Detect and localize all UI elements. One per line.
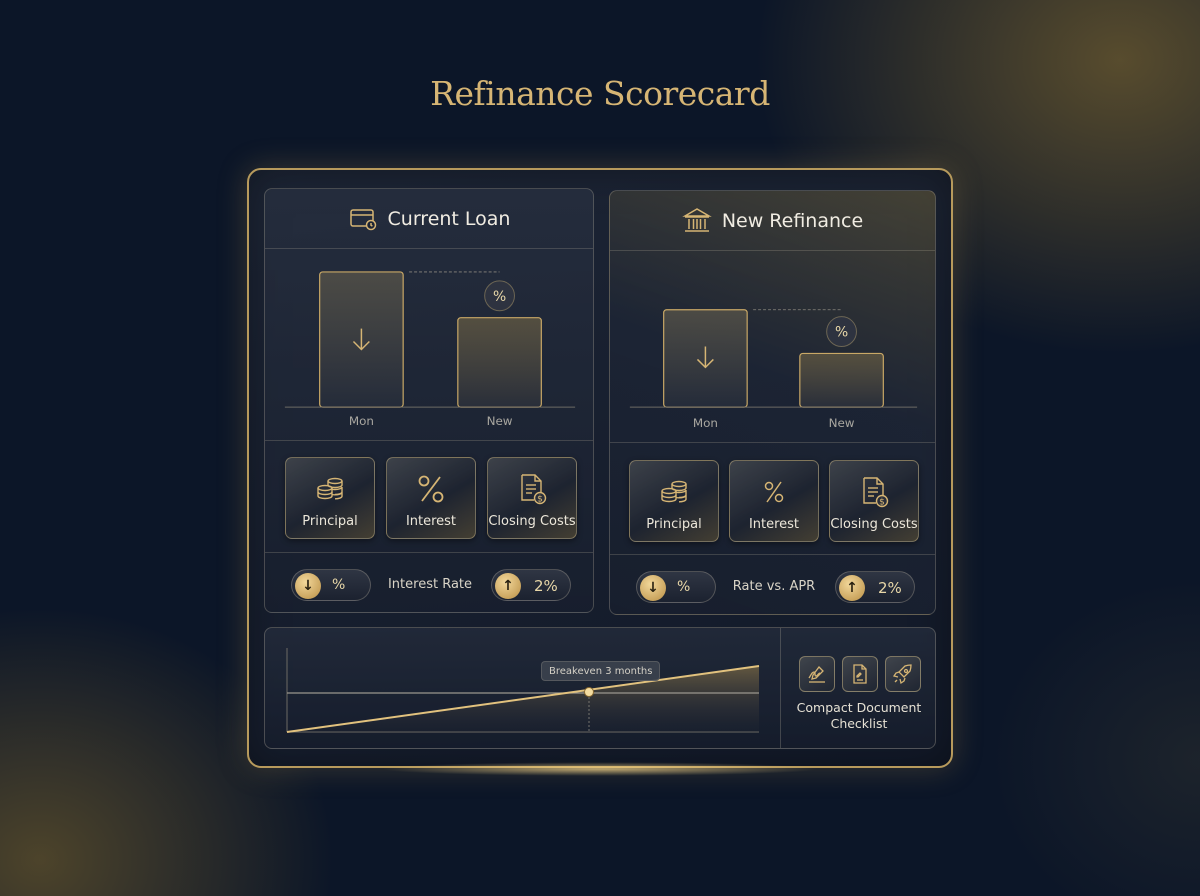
tile-interest-label: Interest xyxy=(748,517,800,532)
coins-icon xyxy=(661,480,687,503)
new-refinance-header: New Refinance xyxy=(610,191,935,251)
arrow-down-icon: ↓ xyxy=(640,575,666,601)
rate-down-value: % xyxy=(332,577,346,593)
svg-text:%: % xyxy=(835,325,848,341)
apr-up-toggle[interactable]: ↑ 2% xyxy=(835,571,915,603)
signature-button[interactable] xyxy=(799,656,835,692)
current-loan-title: Current Loan xyxy=(387,207,511,230)
svg-text:$: $ xyxy=(537,495,543,505)
new-refinance-bar-chart: % Mon New xyxy=(610,251,935,443)
breakeven-tag: Breakeven 3 months xyxy=(541,661,661,681)
tile-principal-label: Principal xyxy=(646,517,702,532)
current-loan-rate-row: ↓ % Interest Rate ↑ 2% xyxy=(265,553,593,613)
percent-badge-icon: % xyxy=(826,316,857,347)
coins-icon xyxy=(317,477,343,500)
percent-icon xyxy=(418,475,444,503)
current-loan-bar-chart: % Mon New xyxy=(265,249,593,441)
breakeven-panel: Breakeven 3 months Compact Document Chec… xyxy=(264,627,936,749)
board-glow xyxy=(380,762,820,776)
rocket-button[interactable] xyxy=(885,656,921,692)
bar-label-mon: Mon xyxy=(693,416,718,430)
current-loan-tiles: Principal Interest $ Closing Costs xyxy=(265,441,593,553)
apr-down-toggle[interactable]: ↓ % xyxy=(636,571,716,603)
arrow-down-icon: ↓ xyxy=(295,573,321,599)
document-dollar-icon: $ xyxy=(521,474,547,505)
bank-icon xyxy=(682,207,712,232)
breakeven-chart xyxy=(286,648,760,733)
tile-interest[interactable]: Interest xyxy=(386,457,476,539)
tile-closing-costs-label: Closing Costs xyxy=(488,514,576,529)
document-dollar-icon: $ xyxy=(863,477,889,508)
signature-icon xyxy=(808,666,825,683)
bar-new xyxy=(457,317,542,408)
new-refinance-tiles: Principal Interest $ Closing Costs xyxy=(610,443,935,555)
rate-up-toggle[interactable]: ↑ 2% xyxy=(491,569,571,601)
current-loan-header: Current Loan xyxy=(265,189,593,249)
new-refinance-panel: New Refinance % Mon New Principal Intere… xyxy=(609,190,936,615)
document-edit-button[interactable] xyxy=(842,656,878,692)
percent-badge-icon: % xyxy=(484,280,515,312)
percent-icon xyxy=(764,481,784,503)
tile-principal[interactable]: Principal xyxy=(285,457,375,539)
current-loan-panel: Current Loan % Mon New Principal Interes… xyxy=(264,188,594,613)
interest-rate-label: Interest Rate xyxy=(387,577,473,592)
checklist-icons xyxy=(799,656,921,692)
tile-principal-label: Principal xyxy=(302,514,358,529)
bar-label-mon: Mon xyxy=(349,414,374,428)
bar-label-new: New xyxy=(829,416,855,430)
rate-down-toggle[interactable]: ↓ % xyxy=(291,569,371,601)
card-clock-icon xyxy=(349,208,376,230)
document-checklist-label: Compact Document Checklist xyxy=(796,700,922,731)
breakeven-point xyxy=(584,687,594,697)
rate-vs-apr-label: Rate vs. APR xyxy=(732,579,816,594)
bar-label-new: New xyxy=(487,414,513,428)
tile-closing-costs[interactable]: $ Closing Costs xyxy=(829,460,919,542)
new-refinance-rate-row: ↓ % Rate vs. APR ↑ 2% xyxy=(610,555,935,615)
panel-divider xyxy=(780,628,781,748)
rocket-icon xyxy=(892,664,912,685)
tile-interest-label: Interest xyxy=(405,514,457,529)
rate-up-value: 2% xyxy=(534,577,558,595)
svg-text:%: % xyxy=(493,289,506,305)
tile-principal[interactable]: Principal xyxy=(629,460,719,542)
apr-down-value: % xyxy=(677,579,691,595)
arrow-up-icon: ↑ xyxy=(495,573,521,599)
apr-up-value: 2% xyxy=(878,579,902,597)
new-refinance-title: New Refinance xyxy=(721,209,864,232)
tile-closing-costs-label: Closing Costs xyxy=(830,517,918,532)
tile-interest[interactable]: Interest xyxy=(729,460,819,542)
tile-closing-costs[interactable]: $ Closing Costs xyxy=(487,457,577,539)
arrow-up-icon: ↑ xyxy=(839,575,865,601)
bar-new xyxy=(799,352,884,408)
document-edit-icon xyxy=(853,664,867,684)
svg-text:$: $ xyxy=(879,498,885,508)
page-title: Refinance Scorecard xyxy=(430,74,770,113)
